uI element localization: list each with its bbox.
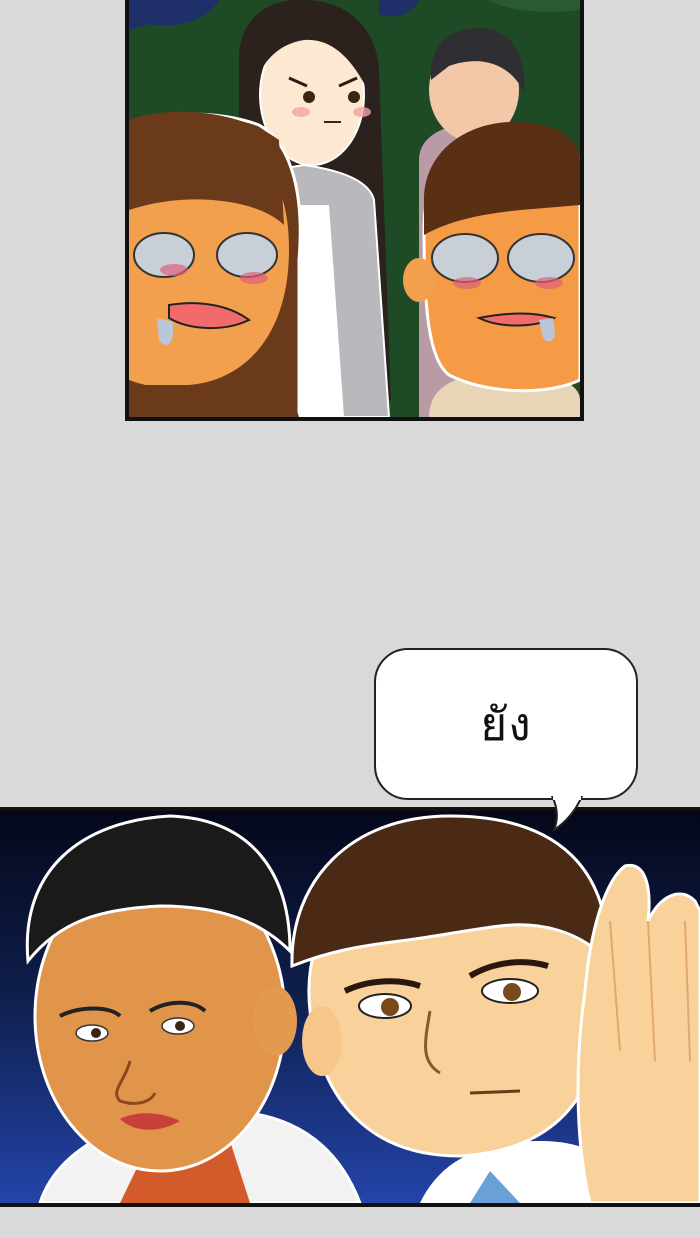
girl-left-figure <box>129 111 302 417</box>
panel-bottom-artwork <box>25 814 700 1203</box>
panel-top-artwork <box>129 0 580 417</box>
speech-bubble-text: ยัง <box>480 696 532 751</box>
comic-panel-top <box>125 0 584 421</box>
speech-bubble-tail <box>550 796 584 832</box>
comic-panel-bottom <box>0 807 700 1207</box>
speech-bubble: ยัง <box>374 648 638 800</box>
